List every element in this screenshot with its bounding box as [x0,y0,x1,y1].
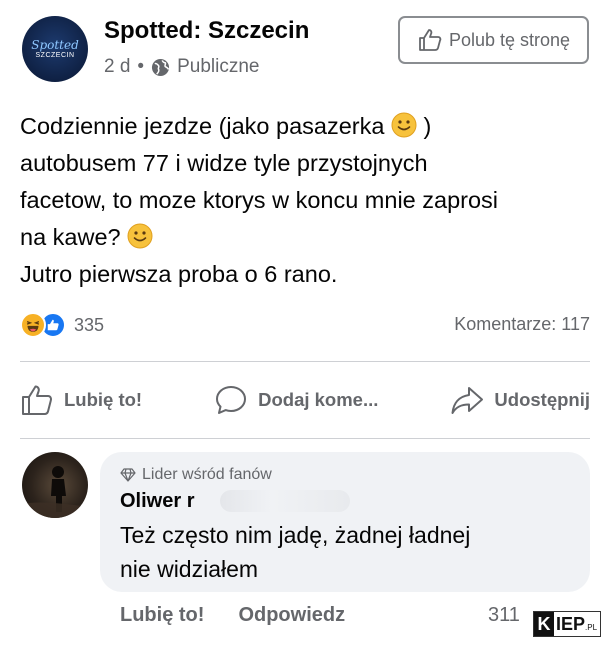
person-silhouette-icon [22,466,88,518]
post-text-line: na kawe? [20,224,121,250]
watermark-k: K [534,612,554,636]
comment-line-2: nie widziałem [120,556,259,582]
post-text-line: ) [423,113,432,139]
kiep-watermark-logo: K IEP .PL [533,611,601,637]
post-line-2: autobusem 77 i widze tyle przystojnych [20,150,428,176]
reactions-summary[interactable]: 335 [20,312,104,338]
page-name[interactable]: Spotted: Szczecin [104,17,309,45]
share-button[interactable]: Udostępnij [450,383,590,417]
post-time[interactable]: 2 d [104,56,130,78]
watermark-text: IEP [556,613,586,634]
watermark-tld: .PL [585,623,598,632]
comment-button[interactable]: Dodaj kome... [214,383,378,417]
comment-bubble: Lider wśród fanów Oliwer r Też często ni… [100,452,590,592]
post-text-line: Codziennie jezdze (jako pasazerka [20,113,385,139]
comments-count[interactable]: Komentarze: 117 [454,314,590,335]
globe-icon [152,58,170,76]
smiley-icon [391,112,417,138]
share-icon [451,387,484,414]
comment-line-1: Też często nim jadę, żadnej ładnej [120,522,471,548]
reaction-count: 335 [74,314,105,335]
post-line-1: Codziennie jezdze (jako pasazerka ) [20,108,600,145]
thumbs-up-icon [22,385,53,415]
page-avatar[interactable]: Spotted SZCZECIN [22,16,88,82]
divider [20,438,590,439]
comment-actions: Lubię to! Odpowiedz [120,604,345,627]
post-header: Spotted SZCZECIN Spotted: Szczecin 2 d •… [0,0,610,100]
comment-reply-button[interactable]: Odpowiedz [238,604,345,627]
post-meta: 2 d • Publiczne [104,56,259,78]
like-label: Lubię to! [64,389,143,410]
thumbs-up-icon [47,319,59,331]
comment-author[interactable]: Oliwer r [120,490,195,513]
divider [20,361,590,362]
smiley-icon [127,223,153,249]
redacted-surname [220,490,350,512]
like-button[interactable]: Lubię to! [20,383,142,417]
author-initial: r [186,490,195,512]
like-page-label: Polub tę stronę [448,29,571,50]
post-line-5: Jutro pierwsza proba o 6 rano. [20,261,338,287]
comment-label: Dodaj kome... [258,389,379,410]
comment-icon [216,386,247,414]
diamond-icon [120,468,136,482]
comment-text: Też często nim jadę, żadnej ładnej nie w… [120,518,550,586]
share-label: Udostępnij [494,389,590,410]
haha-reaction-icon [20,312,46,338]
badge-label: Lider wśród fanów [142,466,272,483]
avatar-logo-bottom: SZCZECIN [35,51,75,59]
avatar-logo-top: Spotted [31,37,79,52]
post-line-4: na kawe? [20,219,600,256]
top-fan-badge[interactable]: Lider wśród fanów [120,466,272,484]
post-text: Codziennie jezdze (jako pasazerka ) auto… [20,108,600,293]
post-line-3: facetow, to moze ktorys w koncu mnie zap… [20,187,499,213]
post-stats: 335 Komentarze: 117 [20,310,590,340]
comment-likes-count[interactable]: 311 [488,604,520,627]
commenter-avatar[interactable] [22,452,88,518]
like-page-button[interactable]: Polub tę stronę [398,16,589,64]
comment-like-button[interactable]: Lubię to! [120,604,204,627]
post-actions: Lubię to! Dodaj kome... Udostępnij [20,372,590,428]
audience-label: Publiczne [177,56,260,77]
meta-separator: • [137,56,145,77]
thumbs-up-icon [419,29,442,51]
author-name: Oliwer [120,490,182,512]
